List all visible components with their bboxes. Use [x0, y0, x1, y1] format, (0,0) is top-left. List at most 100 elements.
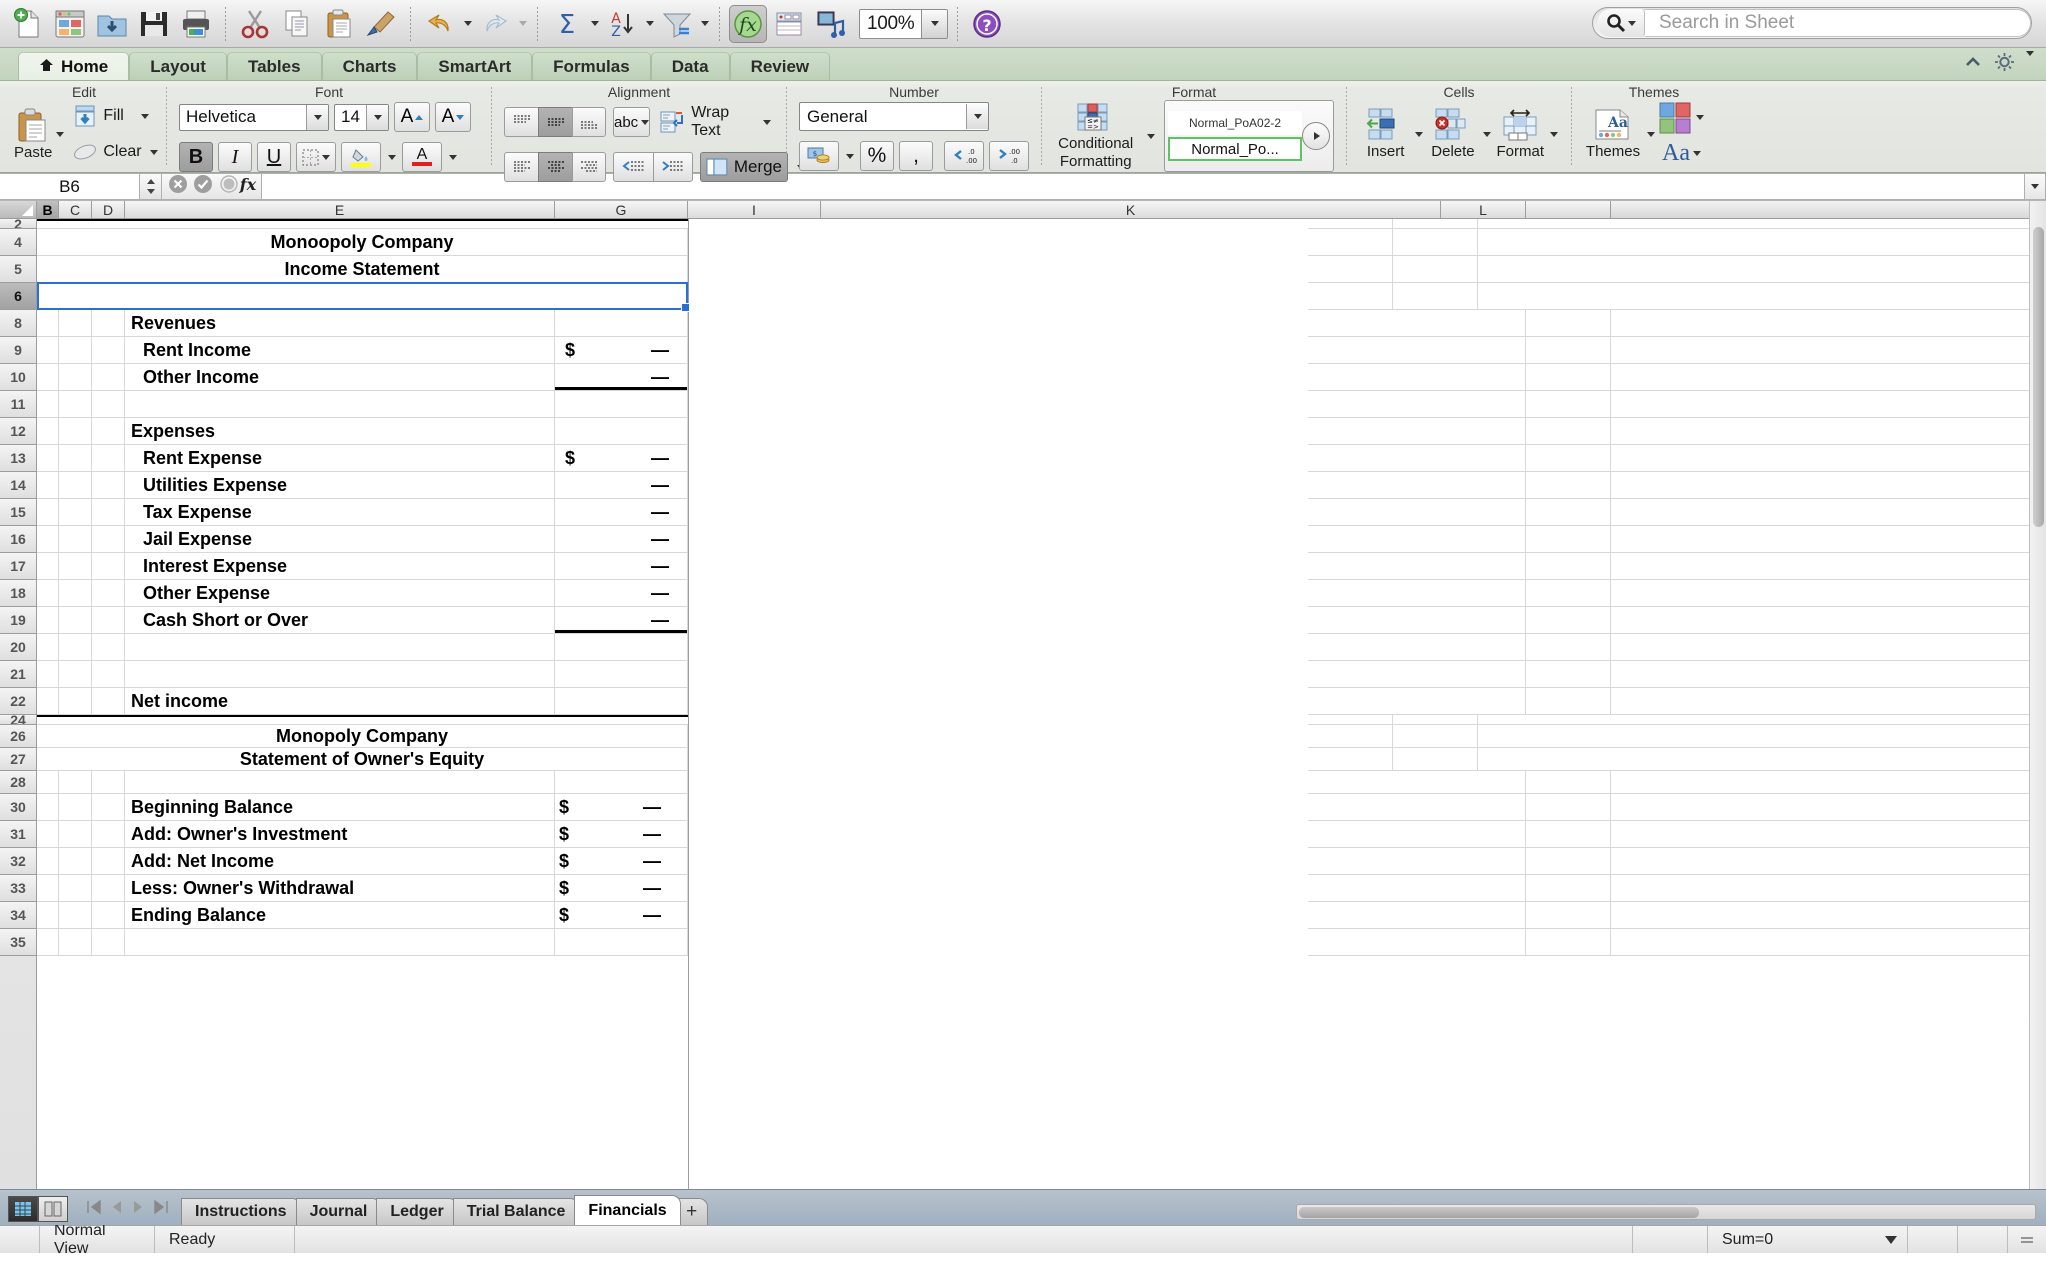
grid-cell-D28[interactable]: [92, 771, 125, 793]
bold-button[interactable]: B: [179, 142, 213, 172]
column-header-E[interactable]: E: [125, 201, 555, 218]
tab-formulas[interactable]: Formulas: [532, 52, 651, 80]
grid-cell-title-5[interactable]: Income Statement: [37, 256, 688, 282]
grid-cell-D32[interactable]: [92, 848, 125, 874]
grid-cell-D15[interactable]: [92, 499, 125, 525]
grid-cell-extra15[interactable]: [1526, 499, 1611, 525]
name-box-stepper[interactable]: [140, 173, 162, 200]
grid-cell-B12[interactable]: [37, 418, 59, 444]
paste-dropdown-icon[interactable]: [56, 114, 65, 154]
grid-cell-E22[interactable]: Net income: [125, 688, 555, 714]
font-color-dropdown-icon[interactable]: [447, 137, 458, 177]
grid-cell-G28[interactable]: [555, 771, 688, 793]
sheet-view-icon[interactable]: [769, 4, 809, 44]
grid-cell-C12[interactable]: [59, 418, 92, 444]
grid-cell-B33[interactable]: [37, 875, 59, 901]
grid-cell-L9[interactable]: [1441, 337, 1526, 363]
increase-font-size-button[interactable]: A: [394, 102, 430, 132]
row-header-28[interactable]: 28: [0, 771, 36, 794]
grid-cell-C21[interactable]: [59, 661, 92, 687]
horizontal-scrollbar[interactable]: [1296, 1204, 2036, 1220]
currency-format-button[interactable]: $: [799, 141, 839, 171]
fill-color-button[interactable]: [341, 142, 381, 172]
grid-cell-E12[interactable]: Expenses: [125, 418, 555, 444]
grid-cell-extra20[interactable]: [1526, 634, 1611, 660]
grid-cell-C11[interactable]: [59, 391, 92, 417]
grid-cell-E30[interactable]: Beginning Balance: [125, 794, 555, 820]
formula-builder-icon[interactable]: fx: [729, 4, 767, 43]
row-header-20[interactable]: 20: [0, 634, 36, 661]
grid-cell-L12[interactable]: [1441, 418, 1526, 444]
grid-cell-C9[interactable]: [59, 337, 92, 363]
grid-cell-E28[interactable]: [125, 771, 555, 793]
wrap-text-button[interactable]: Wrap Text: [657, 102, 774, 142]
themes-button[interactable]: Aa Themes: [1584, 108, 1642, 160]
grid-cell-G9[interactable]: $ —: [555, 337, 688, 363]
paste-button[interactable]: Paste: [14, 108, 52, 161]
sheet-tab-instructions[interactable]: Instructions: [181, 1198, 301, 1225]
align-center-button[interactable]: [538, 152, 572, 182]
align-right-button[interactable]: [572, 152, 606, 182]
style-option-normal-po-selected[interactable]: Normal_Po...: [1168, 137, 1302, 161]
grid-cell-L28[interactable]: [1441, 771, 1526, 793]
grid-cell-L35[interactable]: [1441, 929, 1526, 955]
grid-cell-C33[interactable]: [59, 875, 92, 901]
grid-cell-E9[interactable]: Rent Income: [125, 337, 555, 363]
row-header-14[interactable]: 14: [0, 472, 36, 499]
cut-icon[interactable]: [235, 4, 275, 44]
new-document-icon[interactable]: [8, 4, 48, 44]
row-header-21[interactable]: 21: [0, 661, 36, 688]
resize-grip-icon[interactable]: [2008, 1226, 2046, 1253]
grid-cell-E31[interactable]: Add: Owner's Investment: [125, 821, 555, 847]
grid-cell-extra31[interactable]: [1526, 821, 1611, 847]
autosum-dropdown-icon[interactable]: [589, 4, 600, 44]
vertical-scrollbar[interactable]: [2029, 201, 2046, 1189]
merge-button[interactable]: Merge: [700, 152, 788, 182]
grid-cell-C32[interactable]: [59, 848, 92, 874]
grid-cell-B34[interactable]: [37, 902, 59, 928]
copy-icon[interactable]: [277, 4, 317, 44]
tab-layout[interactable]: Layout: [129, 52, 227, 80]
grid-cell-D35[interactable]: [92, 929, 125, 955]
grid-cell-extra33[interactable]: [1526, 875, 1611, 901]
grid-cell-G8[interactable]: [555, 310, 688, 336]
redo-icon[interactable]: [475, 4, 515, 44]
fill-button[interactable]: Fill: [68, 101, 160, 132]
column-header-L[interactable]: L: [1441, 201, 1526, 218]
row-header-15[interactable]: 15: [0, 499, 36, 526]
gear-icon[interactable]: [1995, 53, 2014, 76]
column-header-extra[interactable]: [1526, 201, 1611, 218]
grid-cell-extra10[interactable]: [1526, 364, 1611, 390]
grid-cell-D31[interactable]: [92, 821, 125, 847]
grid-cell-B11[interactable]: [37, 391, 59, 417]
row-header-34[interactable]: 34: [0, 902, 36, 929]
text-orientation-button[interactable]: abc: [613, 107, 651, 137]
style-option-normal-poa02-2[interactable]: Normal_PoA02-2: [1168, 111, 1302, 135]
grid-cell-extra24[interactable]: [1393, 715, 1478, 724]
grid-cell-E17[interactable]: Interest Expense: [125, 553, 555, 579]
grid-cell-G12[interactable]: [555, 418, 688, 444]
grid-cell-G35[interactable]: [555, 929, 688, 955]
grid-cell-C16[interactable]: [59, 526, 92, 552]
currency-dropdown-icon[interactable]: [844, 136, 855, 176]
font-size-dropdown-icon[interactable]: [366, 104, 388, 130]
grid-cell-L14[interactable]: [1441, 472, 1526, 498]
grid-cell-extra35[interactable]: [1526, 929, 1611, 955]
grid-cell-B22[interactable]: [37, 688, 59, 714]
row-header-27[interactable]: 27: [0, 748, 36, 771]
grid-cell-extra22[interactable]: [1526, 688, 1611, 714]
row-header-31[interactable]: 31: [0, 821, 36, 848]
font-family-dropdown-icon[interactable]: [306, 104, 328, 130]
column-header-C[interactable]: C: [59, 201, 92, 218]
grid-cell-B8[interactable]: [37, 310, 59, 336]
grid-cell-B30[interactable]: [37, 794, 59, 820]
column-header-K[interactable]: K: [821, 201, 1441, 218]
grid-cell-C30[interactable]: [59, 794, 92, 820]
grid-cell-L17[interactable]: [1441, 553, 1526, 579]
grid-cell-L24[interactable]: [1308, 715, 1393, 724]
font-family-select[interactable]: Helvetica: [179, 103, 329, 131]
grid-cell-G20[interactable]: [555, 634, 688, 660]
grid-cell-C34[interactable]: [59, 902, 92, 928]
grid-cell-E11[interactable]: [125, 391, 555, 417]
grid-cell-G17[interactable]: —: [555, 553, 688, 579]
